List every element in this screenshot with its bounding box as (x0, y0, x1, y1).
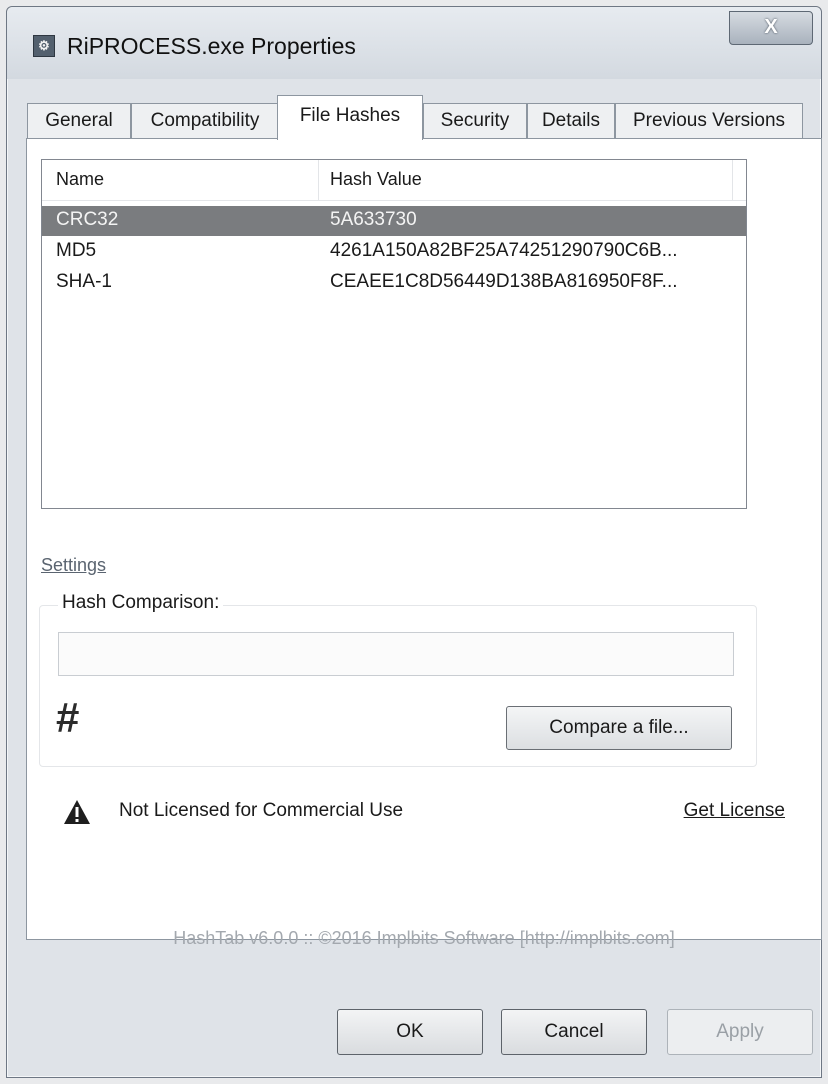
hash-comparison-group: Hash Comparison: # Compare a file... (39, 592, 757, 767)
hash-value: 4261A150A82BF25A74251290790C6B... (330, 240, 678, 261)
properties-window: ⚙ RiPROCESS.exe Properties X General Com… (6, 6, 822, 1078)
hash-row-crc32[interactable]: CRC32 5A633730 (42, 206, 746, 236)
warning-icon (64, 800, 90, 824)
column-header-name[interactable]: Name (56, 169, 104, 190)
title-bar: ⚙ RiPROCESS.exe Properties X (7, 7, 821, 79)
tab-previous-versions[interactable]: Previous Versions (615, 103, 803, 139)
hashtab-footer: HashTab v6.0.0 :: ©2016 Implbits Softwar… (173, 928, 675, 948)
hash-name: MD5 (56, 240, 97, 261)
tab-strip: General Compatibility File Hashes Securi… (7, 95, 821, 140)
tab-file-hashes[interactable]: File Hashes (277, 95, 423, 140)
file-hashes-panel: Name Hash Value CRC32 5A633730 MD5 4261A… (26, 138, 822, 948)
tab-compatibility[interactable]: Compatibility (131, 103, 279, 139)
hash-list-header: Name Hash Value (42, 160, 746, 201)
close-button[interactable]: X (729, 11, 813, 45)
column-header-hash-value[interactable]: Hash Value (330, 169, 422, 190)
settings-link[interactable]: Settings (41, 555, 106, 576)
tab-general[interactable]: General (27, 103, 131, 139)
app-icon: ⚙ (33, 35, 55, 57)
hash-comparison-label: Hash Comparison: (58, 592, 224, 614)
hash-comparison-input[interactable] (58, 632, 734, 676)
tab-security[interactable]: Security (423, 103, 527, 139)
column-divider[interactable] (732, 160, 733, 200)
column-divider[interactable] (318, 160, 319, 200)
hash-list[interactable]: Name Hash Value CRC32 5A633730 MD5 4261A… (41, 159, 747, 509)
hash-row-md5[interactable]: MD5 4261A150A82BF25A74251290790C6B... (42, 237, 746, 267)
get-license-link[interactable]: Get License (684, 800, 785, 822)
ok-button[interactable]: OK (337, 1009, 483, 1055)
hash-name: CRC32 (56, 209, 119, 230)
compare-file-button[interactable]: Compare a file... (506, 706, 732, 750)
license-status-text: Not Licensed for Commercial Use (119, 800, 404, 821)
hash-value: CEAEE1C8D56449D138BA816950F8F... (330, 271, 678, 292)
cancel-button[interactable]: Cancel (501, 1009, 647, 1055)
hash-name: SHA-1 (56, 271, 112, 292)
hash-icon: # (56, 694, 80, 741)
hash-row-sha1[interactable]: SHA-1 CEAEE1C8D56449D138BA816950F8F... (42, 268, 746, 298)
apply-button[interactable]: Apply (667, 1009, 813, 1055)
hash-value: 5A633730 (330, 209, 417, 230)
window-title: RiPROCESS.exe Properties (67, 33, 356, 59)
tab-details[interactable]: Details (527, 103, 615, 139)
